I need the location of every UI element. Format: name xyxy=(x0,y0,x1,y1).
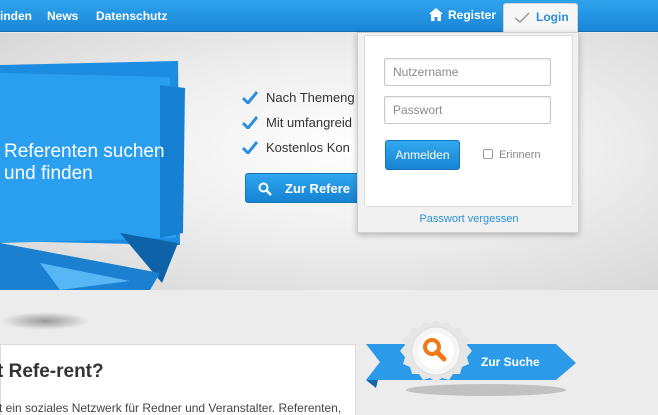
register-label: Register xyxy=(448,8,497,22)
nav-link-datenschutz[interactable]: Datenschutz xyxy=(96,9,167,23)
login-tab[interactable]: Login xyxy=(503,3,578,33)
password-field[interactable] xyxy=(384,96,551,124)
search-ribbon[interactable] xyxy=(366,318,578,398)
top-navigation: inden News Datenschutz Register Login xyxy=(0,0,658,33)
banner-shadow xyxy=(0,312,90,330)
login-dropdown: Anmelden Erinnern Passwort vergessen xyxy=(357,32,579,233)
username-field[interactable] xyxy=(384,58,551,86)
checkmark-icon xyxy=(514,12,530,24)
feature-item: Mit umfangreid xyxy=(241,115,355,140)
home-icon xyxy=(429,8,443,21)
nav-link-finden[interactable]: inden xyxy=(0,9,32,23)
feature-text: Mit umfangreid xyxy=(266,115,352,130)
feature-item: Nach Themeng xyxy=(241,90,355,115)
remember-checkbox[interactable] xyxy=(483,149,493,159)
intro-text: t ein soziales Netzwerk für Redner und V… xyxy=(0,401,342,415)
find-speaker-label: Zur Refere xyxy=(285,181,351,196)
login-tab-label: Login xyxy=(536,10,569,24)
intro-heading: t Refe-rent? xyxy=(0,361,104,382)
checkmark-icon xyxy=(241,116,259,131)
feature-text: Kostenlos Kon xyxy=(266,140,350,155)
feature-text: Nach Themeng xyxy=(266,90,355,105)
register-link[interactable]: Register xyxy=(429,8,496,22)
search-ribbon-label[interactable]: Zur Suche xyxy=(481,355,540,369)
nav-link-news[interactable]: News xyxy=(47,9,78,23)
remember-label: Erinnern xyxy=(499,149,541,161)
search-icon xyxy=(258,182,272,196)
intro-card: t Refe-rent? t ein soziales Netzwerk für… xyxy=(0,344,356,415)
login-submit-button[interactable]: Anmelden xyxy=(385,140,460,170)
feature-item: Kostenlos Kon xyxy=(241,140,355,165)
checkmark-icon xyxy=(241,141,259,156)
remember-me[interactable]: Erinnern xyxy=(483,149,541,161)
feature-list: Nach Themeng Mit umfangreid Kostenlos Ko… xyxy=(241,90,355,165)
find-speaker-button[interactable]: Zur Refere xyxy=(245,173,375,203)
checkmark-icon xyxy=(241,91,259,106)
hero-title: Referenten suchen und finden xyxy=(4,141,165,184)
forgot-password-link[interactable]: Passwort vergessen xyxy=(358,213,580,225)
login-form: Anmelden Erinnern xyxy=(364,35,573,207)
